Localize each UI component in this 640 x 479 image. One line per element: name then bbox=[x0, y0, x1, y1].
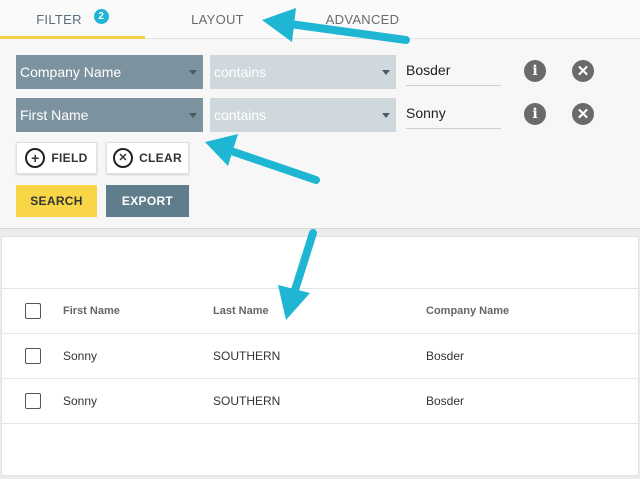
cell-last-name: SOUTHERN bbox=[213, 349, 281, 363]
info-icon[interactable]: i bbox=[524, 60, 546, 82]
cell-company-name: Bosder bbox=[426, 394, 465, 408]
cell-company-name: Bosder bbox=[426, 349, 465, 363]
add-field-label: FIELD bbox=[51, 151, 88, 165]
chevron-down-icon bbox=[189, 70, 197, 75]
tab-advanced[interactable]: ADVANCED bbox=[290, 0, 435, 38]
filter-value-input[interactable]: Sonny bbox=[406, 98, 501, 129]
info-icon[interactable]: i bbox=[524, 103, 546, 125]
tab-layout[interactable]: LAYOUT bbox=[145, 0, 290, 38]
field-select[interactable]: First Name bbox=[16, 98, 203, 132]
remove-filter-icon[interactable]: ✕ bbox=[572, 103, 594, 125]
results-toolbar bbox=[2, 237, 638, 289]
column-header[interactable]: Company Name bbox=[426, 289, 509, 333]
filter-panel: Company Name contains Bosder i ✕ First N… bbox=[0, 39, 640, 229]
tab-bar: FILTER 2 LAYOUT ADVANCED bbox=[0, 0, 640, 39]
search-button[interactable]: SEARCH bbox=[16, 185, 97, 217]
column-header[interactable]: First Name bbox=[63, 289, 120, 333]
filter-value-input[interactable]: Bosder bbox=[406, 55, 501, 86]
results-card: First Name Last Name Company Name Sonny … bbox=[1, 236, 639, 476]
filter-count-badge: 2 bbox=[93, 8, 109, 24]
operator-select[interactable]: contains bbox=[210, 98, 396, 132]
plus-circle-icon: + bbox=[25, 148, 46, 168]
operator-select-value: contains bbox=[214, 107, 267, 123]
tab-filter[interactable]: FILTER 2 bbox=[0, 0, 145, 39]
table-row[interactable]: Sonny SOUTHERN Bosder bbox=[2, 334, 638, 379]
row-checkbox[interactable] bbox=[25, 393, 41, 409]
field-select-value: First Name bbox=[20, 107, 89, 123]
tab-advanced-label: ADVANCED bbox=[325, 11, 400, 27]
export-button[interactable]: EXPORT bbox=[106, 185, 189, 217]
column-header[interactable]: Last Name bbox=[213, 289, 269, 333]
x-circle-icon: ✕ bbox=[113, 148, 134, 168]
select-all-checkbox[interactable] bbox=[25, 303, 41, 319]
remove-filter-icon[interactable]: ✕ bbox=[572, 60, 594, 82]
chevron-down-icon bbox=[382, 70, 390, 75]
row-checkbox[interactable] bbox=[25, 348, 41, 364]
table-header-row: First Name Last Name Company Name bbox=[2, 289, 638, 334]
chevron-down-icon bbox=[382, 113, 390, 118]
field-select-value: Company Name bbox=[20, 64, 122, 80]
cell-first-name: Sonny bbox=[63, 394, 98, 408]
tab-layout-label: LAYOUT bbox=[191, 11, 244, 27]
cell-first-name: Sonny bbox=[63, 349, 98, 363]
cell-last-name: SOUTHERN bbox=[213, 394, 281, 408]
add-field-button[interactable]: + FIELD bbox=[16, 142, 97, 174]
operator-select[interactable]: contains bbox=[210, 55, 396, 89]
operator-select-value: contains bbox=[214, 64, 267, 80]
field-select[interactable]: Company Name bbox=[16, 55, 203, 89]
clear-button[interactable]: ✕ CLEAR bbox=[106, 142, 189, 174]
clear-label: CLEAR bbox=[139, 151, 182, 165]
tab-filter-label: FILTER bbox=[36, 11, 82, 27]
chevron-down-icon bbox=[189, 113, 197, 118]
table-row[interactable]: Sonny SOUTHERN Bosder bbox=[2, 379, 638, 424]
